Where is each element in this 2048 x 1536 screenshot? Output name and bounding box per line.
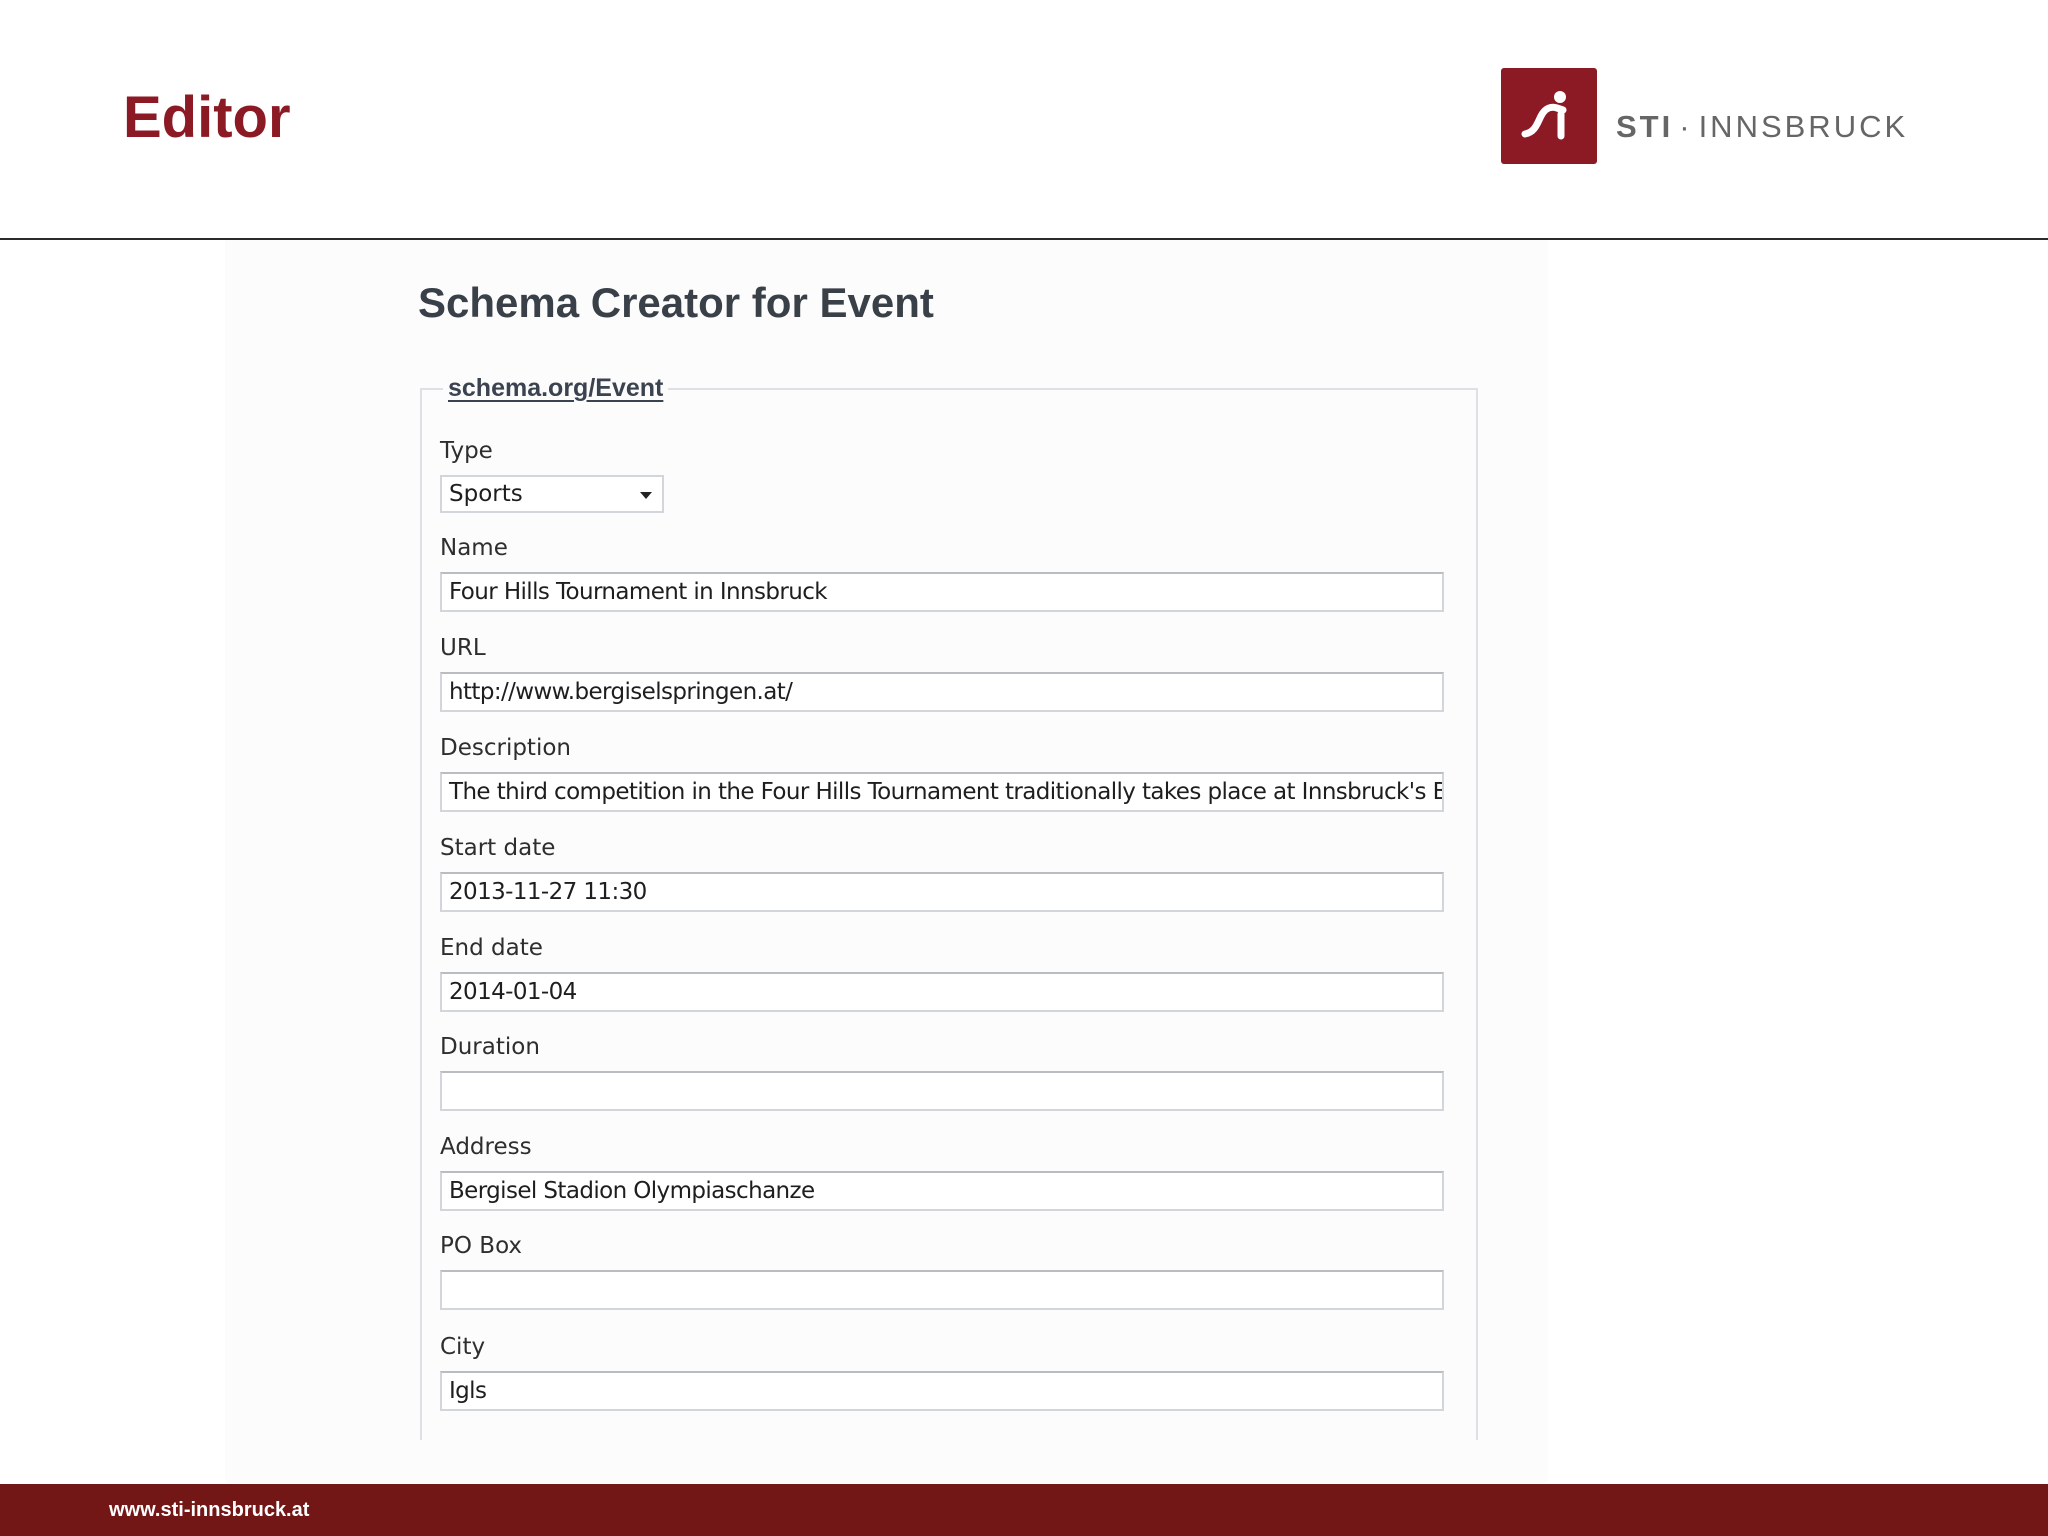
city-input[interactable]: Igls	[440, 1371, 1444, 1411]
po-box-input[interactable]	[440, 1270, 1444, 1310]
url-label: URL	[440, 635, 486, 661]
city-field: City Igls	[440, 1332, 1444, 1411]
city-label: City	[440, 1334, 486, 1360]
address-field: Address Bergisel Stadion Olympiaschanze	[440, 1132, 1444, 1211]
po-box-label: PO Box	[440, 1233, 523, 1259]
name-field: Name Four Hills Tournament in Innsbruck	[440, 533, 1444, 612]
sti-innsbruck-logo: STI · INNSBRUCK	[1501, 68, 1908, 164]
type-field: Type Sports	[440, 436, 1444, 513]
description-label: Description	[440, 735, 571, 761]
end-date-input[interactable]: 2014-01-04	[440, 972, 1444, 1012]
footer-url: www.sti-innsbruck.at	[109, 1499, 310, 1521]
start-date-field: Start date 2013-11-27 11:30	[440, 833, 1444, 912]
address-label: Address	[440, 1134, 532, 1160]
description-field: Description The third competition in the…	[440, 733, 1444, 812]
start-date-label: Start date	[440, 835, 556, 861]
type-select[interactable]: Sports	[440, 475, 664, 513]
logo-text-separator: ·	[1679, 109, 1693, 144]
schema-link[interactable]: schema.org/Event	[443, 374, 669, 403]
sti-logo-icon	[1501, 68, 1597, 164]
type-select-value: Sports	[449, 481, 523, 507]
name-input[interactable]: Four Hills Tournament in Innsbruck	[440, 572, 1444, 612]
slide-title: Editor	[123, 85, 291, 150]
footer-bar: www.sti-innsbruck.at	[0, 1484, 2048, 1536]
name-label: Name	[440, 535, 508, 561]
description-input[interactable]: The third competition in the Four Hills …	[440, 772, 1444, 812]
end-date-label: End date	[440, 935, 543, 961]
form-heading: Schema Creator for Event	[418, 279, 934, 326]
chevron-down-icon	[640, 492, 652, 499]
url-input[interactable]: http://www.bergiselspringen.at/	[440, 672, 1444, 712]
end-date-field: End date 2014-01-04	[440, 933, 1444, 1012]
address-input[interactable]: Bergisel Stadion Olympiaschanze	[440, 1171, 1444, 1211]
logo-text-rest: INNSBRUCK	[1698, 109, 1909, 144]
duration-input[interactable]	[440, 1071, 1444, 1111]
duration-label: Duration	[440, 1034, 540, 1060]
type-label: Type	[440, 438, 493, 464]
duration-field: Duration	[440, 1032, 1444, 1111]
po-box-field: PO Box	[440, 1231, 1444, 1310]
logo-text-bold: STI	[1616, 109, 1674, 144]
logo-wordmark: STI · INNSBRUCK	[1616, 109, 1908, 145]
start-date-input[interactable]: 2013-11-27 11:30	[440, 872, 1444, 912]
url-field: URL http://www.bergiselspringen.at/	[440, 633, 1444, 712]
